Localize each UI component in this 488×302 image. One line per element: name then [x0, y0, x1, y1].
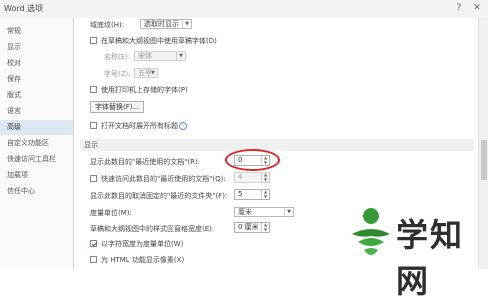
recent-docs-label: 显示此数目的"最近使用的文档"(R): — [90, 158, 201, 166]
field-shading-label: 域底纹(H): — [90, 21, 125, 29]
watermark-logo-icon — [352, 208, 390, 255]
font-name-value: 宋体 — [138, 52, 152, 60]
sidebar-item-language[interactable]: 语言 — [0, 104, 73, 119]
units-dropdown[interactable]: 厘米 ▼ — [234, 207, 294, 217]
char-width-label: 以字符宽度为度量单位(W) — [101, 240, 184, 248]
scrollbar-thumb[interactable] — [481, 140, 487, 180]
units-label: 度量单位(M): — [90, 209, 132, 217]
sidebar-item-save[interactable]: 保存 — [0, 72, 73, 87]
chevron-down-icon: ▼ — [284, 208, 293, 216]
font-size-dropdown[interactable]: 五号 ▼ — [134, 68, 158, 78]
style-width-label: 草稿和大纲视图中的样式区窗格宽度(E): — [90, 225, 215, 233]
spinner-arrows-icon[interactable]: ▲ ▼ — [261, 189, 269, 199]
spinner-arrows-icon[interactable]: ▲ ▼ — [261, 222, 269, 232]
printer-fonts-checkbox[interactable] — [90, 86, 97, 93]
title-bar: Word 选项 ? ✕ — [0, 0, 488, 19]
sidebar-item-display[interactable]: 显示 — [0, 40, 73, 55]
info-icon: i — [179, 122, 187, 130]
chevron-down-icon: ▼ — [182, 20, 191, 28]
unpinned-folders-label: 显示此数目的取消固定的"最近的文件夹"(F): — [90, 192, 228, 200]
expand-headings-checkbox[interactable] — [90, 122, 97, 129]
field-shading-dropdown[interactable]: 选取时显示 ▼ — [140, 19, 192, 29]
watermark-text: 学知网 — [396, 216, 465, 300]
font-name-dropdown[interactable]: 宋体 ▼ — [134, 51, 186, 61]
font-substitution-button[interactable]: 字体替换(F)... — [90, 101, 145, 113]
window-title: Word 选项 — [4, 4, 44, 13]
style-width-spinner[interactable]: 0 厘米 ▲ ▼ — [234, 222, 270, 233]
spinner-arrows-icon[interactable]: ▲ ▼ — [261, 172, 269, 182]
quick-access-spinner[interactable]: 4 ▲ ▼ — [234, 172, 270, 183]
close-icon[interactable]: ✕ — [470, 2, 484, 15]
help-icon[interactable]: ? — [452, 2, 466, 15]
font-name-label: 名称(E): — [104, 53, 131, 61]
sidebar-item-quick-access-toolbar[interactable]: 快速访问工具栏 — [0, 152, 73, 167]
font-size-label: 字号(Z): — [104, 70, 131, 78]
style-width-value: 0 厘米 — [238, 223, 259, 231]
chevron-down-icon: ▼ — [176, 52, 185, 60]
expand-headings-label: 打开文档时展开所有标题 — [101, 122, 178, 130]
unpinned-folders-value: 5 — [238, 190, 243, 198]
html-pixels-checkbox[interactable] — [90, 256, 97, 263]
sidebar-item-customize-ribbon[interactable]: 自定义功能区 — [0, 136, 73, 151]
watermark: 学知网 — [346, 200, 488, 300]
char-width-checkbox[interactable] — [90, 240, 97, 247]
html-pixels-label: 为 HTML 功能显示像素(X) — [101, 256, 185, 264]
sidebar-item-trust-center[interactable]: 信任中心 — [0, 184, 73, 199]
sidebar-item-layout[interactable]: 版式 — [0, 88, 73, 103]
red-highlight-circle — [225, 149, 280, 171]
sidebar-item-proofing[interactable]: 校对 — [0, 56, 73, 71]
field-shading-value: 选取时显示 — [144, 20, 179, 28]
options-sidebar: 常规 显示 校对 保存 版式 语言 高级 自定义功能区 快速访问工具栏 加载项 … — [0, 18, 74, 269]
expand-headings-row: 打开文档时展开所有标题 i — [101, 121, 187, 131]
printer-fonts-label: 使用打印机上存储的字体(P) — [101, 86, 188, 94]
unpinned-folders-spinner[interactable]: 5 ▲ ▼ — [234, 189, 270, 200]
quick-access-label: 快速访问此数目的"最近使用的文档"(Q): — [101, 175, 226, 183]
sidebar-item-add-ins[interactable]: 加载项 — [0, 168, 73, 183]
sidebar-item-general[interactable]: 常规 — [0, 24, 73, 39]
draft-font-label: 在草稿和大纲视图中使用草稿字体(D) — [101, 37, 217, 45]
draft-font-checkbox[interactable] — [90, 37, 97, 44]
quick-access-checkbox[interactable] — [90, 175, 97, 182]
display-section-header: 显示 — [80, 139, 474, 151]
chevron-down-icon: ▼ — [148, 69, 157, 77]
sidebar-item-advanced[interactable]: 高级 — [0, 120, 73, 135]
units-value: 厘米 — [238, 208, 252, 216]
quick-access-value: 4 — [238, 173, 243, 181]
